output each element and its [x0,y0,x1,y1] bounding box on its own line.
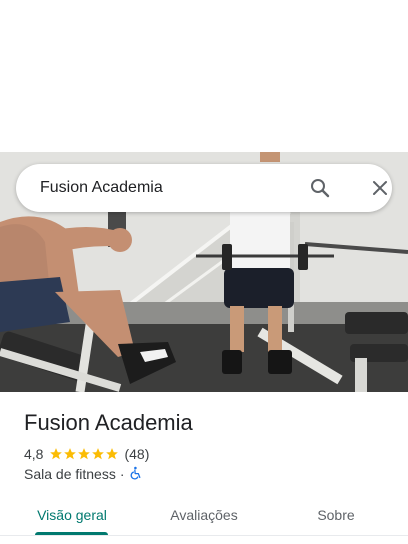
rating-row[interactable]: 4,8 (48) [24,445,149,463]
star-icon [50,448,63,460]
tab-reviews[interactable]: Avaliações [156,492,252,538]
place-title: Fusion Academia [24,410,193,435]
close-icon[interactable] [368,176,392,200]
rating-value: 4,8 [24,446,44,462]
place-category: Sala de fitness [24,466,116,482]
category-row: Sala de fitness · [24,465,143,483]
separator-dot: · [119,466,125,482]
search-query-text[interactable]: Fusion Academia [40,178,163,198]
wheelchair-icon [129,466,143,483]
star-icon [64,448,77,460]
search-icon[interactable] [308,176,332,200]
tab-about[interactable]: Sobre [288,492,384,538]
star-icon [106,448,119,460]
tabs-divider [0,535,408,536]
star-icon [78,448,91,460]
rating-stars [49,447,119,461]
star-icon [92,448,105,460]
search-bar[interactable]: Fusion Academia [16,164,392,212]
place-tabs: Visão geral Avaliações Sobre [0,492,408,540]
review-count[interactable]: (48) [124,446,149,462]
